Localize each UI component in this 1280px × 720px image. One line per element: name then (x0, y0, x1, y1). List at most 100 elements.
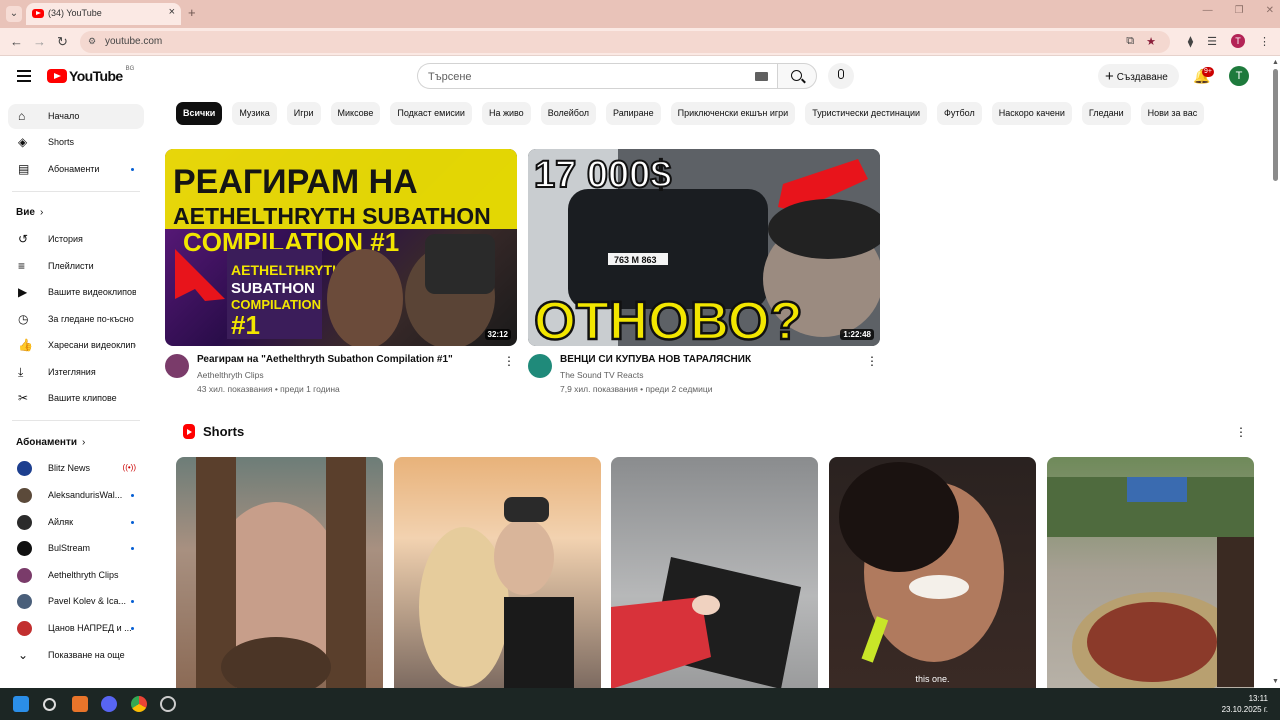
sidebar-channel[interactable]: Айляк (8, 510, 144, 535)
channel-avatar[interactable] (165, 354, 189, 378)
create-button[interactable]: + Създаване (1098, 64, 1179, 88)
bookmark-star-icon[interactable]: ★ (1146, 35, 1156, 48)
chip[interactable]: Миксове (330, 102, 381, 125)
keyboard-icon[interactable] (755, 72, 768, 81)
chip[interactable]: Приключенски екшън игри (670, 102, 796, 125)
video-card[interactable]: РЕАГИРАМ НА AETHELTHRYTH SUBATHON COMPIL… (165, 149, 517, 401)
app-icon[interactable] (72, 696, 88, 712)
sidebar-channel-blitz-news[interactable]: Blitz News ((•)) (8, 456, 144, 481)
minimize-button[interactable]: — (1203, 5, 1213, 16)
cast-icon[interactable]: ⧉ (1126, 35, 1134, 48)
home-icon: ⌂ (18, 109, 26, 123)
scrollbar-thumb[interactable] (1273, 69, 1278, 181)
search-button[interactable] (777, 63, 817, 89)
chip[interactable]: Гледани (1081, 102, 1131, 125)
browser-tab-strip: ⌄ (34) YouTube × + — ❐ ✕ (0, 0, 1280, 28)
sidebar-item-history[interactable]: ↺ История (8, 227, 144, 252)
video-thumbnail[interactable]: 763 М 863 17 000$ ОТНОВО? 1:22:48 (528, 149, 880, 346)
close-window-button[interactable]: ✕ (1266, 5, 1274, 16)
sidebar-show-more[interactable]: ⌄ Показване на още (8, 643, 144, 668)
back-arrow-icon[interactable]: ← (10, 34, 23, 49)
extensions-icon[interactable]: ⧫ (1188, 35, 1193, 48)
video-title[interactable]: Реагирам на "Aethelthryth Subathon Compi… (197, 354, 507, 365)
chip[interactable]: Рапиране (606, 102, 661, 125)
thumbnail-artwork: РЕАГИРАМ НА AETHELTHRYTH SUBATHON COMPIL… (165, 149, 517, 346)
browser-profile-avatar[interactable]: T (1231, 34, 1245, 48)
channel-avatar[interactable] (528, 354, 552, 378)
tab-search-icon[interactable]: ⌄ (6, 6, 22, 22)
short-thumbnail (611, 557, 801, 689)
more-options-icon[interactable]: ⋮ (503, 354, 515, 368)
windows-start-icon[interactable] (13, 696, 29, 712)
channel-name[interactable]: The Sound TV Reacts (560, 370, 643, 380)
chip[interactable]: Музика (232, 102, 277, 125)
tab-title: (34) YouTube (48, 8, 102, 18)
forward-arrow-icon[interactable]: → (33, 34, 46, 49)
sidebar-item-your-videos[interactable]: ▶ Вашите видеоклипове (8, 280, 144, 305)
sidebar-item-home[interactable]: ⌂ Начало (8, 104, 144, 129)
scroll-down-arrow-icon[interactable]: ▼ (1272, 678, 1279, 685)
youtube-logo[interactable]: YouTube BG (47, 66, 134, 84)
sidebar-channel[interactable]: BulStream (8, 536, 144, 561)
taskbar-search-icon[interactable] (43, 698, 56, 711)
sidebar-item-shorts[interactable]: ◈ Shorts (8, 130, 144, 155)
chip[interactable]: На живо (481, 102, 531, 125)
chip[interactable]: Нови за вас (1140, 102, 1205, 125)
sidebar-item-playlists[interactable]: ≡ Плейлисти (8, 254, 144, 279)
chrome-icon[interactable] (131, 696, 147, 712)
site-info-icon[interactable]: ⚙ (88, 36, 100, 48)
video-thumbnail[interactable]: РЕАГИРАМ НА AETHELTHRYTH SUBATHON COMPIL… (165, 149, 517, 346)
sidebar-item-clips[interactable]: ✂ Вашите клипове (8, 386, 144, 411)
account-avatar[interactable]: T (1229, 66, 1249, 86)
more-options-icon[interactable]: ⋮ (866, 354, 878, 368)
obs-icon[interactable] (160, 696, 176, 712)
sidebar-channel[interactable]: Цанов НАПРЕД и ... (8, 616, 144, 641)
page-scrollbar[interactable]: ▲ ▼ (1270, 57, 1280, 687)
hamburger-menu-icon[interactable] (17, 70, 31, 82)
youtube-play-icon (47, 69, 67, 83)
video-card[interactable]: 763 М 863 17 000$ ОТНОВО? 1:22:48 ВЕНЦИ … (528, 149, 880, 401)
chip[interactable]: Волейбол (540, 102, 597, 125)
browser-menu-icon[interactable]: ⋮ (1259, 35, 1270, 48)
short-card[interactable] (394, 457, 601, 689)
chip[interactable]: Наскоро качени (991, 102, 1072, 125)
short-card[interactable] (1047, 457, 1254, 689)
chevron-right-icon: › (39, 207, 44, 218)
sidebar-channel[interactable]: AleksandurisWal... (8, 483, 144, 508)
sidebar-item-downloads[interactable]: ⤓ Изтегляния (8, 360, 144, 385)
clock-date: 23.10.2025 г. (1221, 705, 1268, 714)
browser-tab-youtube[interactable]: (34) YouTube × (26, 3, 181, 25)
system-clock[interactable]: 13:11 23.10.2025 г. (1222, 693, 1268, 715)
reading-list-icon[interactable]: ☰ (1207, 35, 1217, 48)
sidebar-channel[interactable]: Aethelthryth Clips (8, 563, 144, 588)
sidebar-channel[interactable]: Pavel Kolev & Ica... (8, 589, 144, 614)
sidebar-heading-you[interactable]: Вие › (16, 207, 43, 218)
sidebar-item-subscriptions[interactable]: ▤ Абонаменти (8, 157, 144, 182)
short-card[interactable] (176, 457, 383, 689)
live-icon: ((•)) (122, 463, 136, 472)
sidebar-item-liked[interactable]: 👍 Харесани видеоклипове (8, 333, 144, 358)
address-bar[interactable]: ⚙ youtube.com ⧉ ★ (80, 31, 1170, 53)
chip[interactable]: Футбол (937, 102, 982, 125)
reload-icon[interactable]: ↻ (57, 34, 68, 50)
new-tab-button[interactable]: + (188, 5, 196, 20)
more-options-icon[interactable]: ⋮ (1235, 425, 1247, 439)
video-title[interactable]: ВЕНЦИ СИ КУПУВА НОВ ТАРАЛЯСНИК (560, 354, 870, 365)
chip[interactable]: Игри (286, 102, 321, 125)
scissors-icon: ✂ (18, 391, 29, 405)
chip-all[interactable]: Всички (176, 102, 223, 125)
discord-icon[interactable] (101, 696, 117, 712)
chip[interactable]: Туристически дестинации (805, 102, 928, 125)
playlists-icon: ≡ (18, 259, 26, 273)
maximize-button[interactable]: ❐ (1235, 5, 1244, 16)
chip[interactable]: Подкаст емисии (390, 102, 472, 125)
tab-close-icon[interactable]: × (169, 6, 175, 18)
scroll-up-arrow-icon[interactable]: ▲ (1272, 59, 1279, 66)
sidebar-item-watch-later[interactable]: ◷ За гледане по-късно (8, 307, 144, 332)
sidebar-heading-subscriptions[interactable]: Абонаменти › (16, 437, 85, 448)
channel-name[interactable]: Aethelthryth Clips (197, 370, 264, 380)
short-card[interactable] (611, 457, 818, 689)
search-input[interactable]: Търсене (417, 63, 778, 89)
short-card[interactable]: this one. (829, 457, 1036, 689)
voice-search-button[interactable] (828, 63, 854, 89)
